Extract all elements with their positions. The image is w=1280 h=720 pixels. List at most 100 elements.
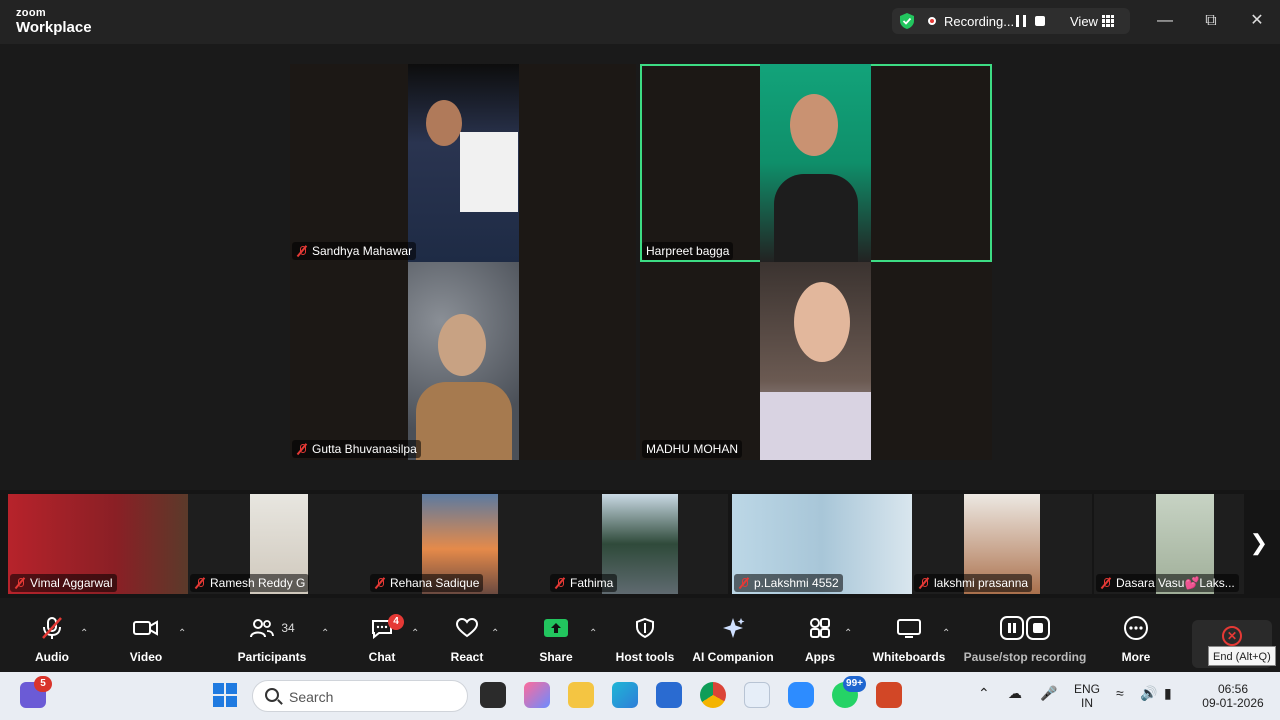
video-tile[interactable]: Sandhya Mahawar (290, 64, 636, 262)
participant-video (408, 64, 519, 262)
chevron-up-icon[interactable]: ⌃ (844, 628, 852, 639)
participant-name-tag: lakshmi prasanna (914, 574, 1033, 592)
chat-button[interactable]: 4 Chat (360, 612, 404, 670)
strip-tile[interactable]: p.Lakshmi 4552 (732, 494, 912, 594)
participant-name: Vimal Aggarwal (30, 576, 113, 590)
snipping-tool-icon[interactable] (744, 682, 770, 708)
audio-label: Audio (35, 650, 69, 664)
end-tooltip: End (Alt+Q) (1208, 646, 1276, 666)
clock[interactable]: 06:56 09-01-2026 (1198, 682, 1268, 710)
react-button[interactable]: React (444, 612, 490, 670)
mic-muted-icon (296, 245, 308, 257)
participants-button[interactable]: 34 Participants (236, 612, 308, 670)
chrome-browser-icon[interactable] (700, 682, 726, 708)
participant-name-tag: Harpreet bagga (642, 242, 734, 260)
battery-icon[interactable]: ▮ (1164, 686, 1172, 700)
clock-date: 09-01-2026 (1202, 696, 1264, 710)
audio-button[interactable]: Audio (24, 612, 80, 670)
more-icon (1123, 612, 1149, 644)
chevron-up-icon[interactable]: ⌃ (978, 686, 990, 700)
shield-icon[interactable] (898, 12, 916, 30)
recording-pill[interactable]: Recording... View (892, 8, 1130, 34)
stop-recording-icon[interactable] (1035, 16, 1045, 26)
close-icon[interactable]: ✕ (1248, 12, 1266, 30)
participant-name-tag: Rehana Sadique (370, 574, 484, 592)
wifi-icon[interactable]: ≈ (1116, 686, 1124, 700)
windows-start-icon[interactable] (212, 682, 238, 708)
whatsapp-icon[interactable]: 99+ (832, 676, 866, 708)
strip-tile[interactable]: Ramesh Reddy G (188, 494, 368, 594)
participant-name: MADHU MOHAN (646, 442, 738, 456)
chevron-up-icon[interactable]: ⌃ (411, 628, 419, 639)
mic-muted-icon (374, 577, 386, 589)
minimize-icon[interactable]: — (1156, 12, 1174, 30)
view-button[interactable]: View (1070, 14, 1098, 29)
cloud-offline-icon[interactable]: ☁ (1008, 686, 1022, 700)
restore-icon[interactable]: ⧉ (1202, 12, 1220, 30)
edge-browser-icon[interactable] (612, 682, 638, 708)
video-tile[interactable]: MADHU MOHAN (640, 262, 992, 460)
whatsapp-badge: 99+ (843, 676, 866, 692)
video-button[interactable]: Video (118, 612, 174, 670)
pause-stop-label: Pause/stop recording (963, 650, 1087, 664)
chat-label: Chat (368, 650, 396, 664)
strip-tile[interactable]: Fathima (548, 494, 728, 594)
zoom-logo: zoom Workplace (16, 8, 92, 36)
file-explorer-icon[interactable] (568, 682, 594, 708)
participants-icon: 34 (249, 612, 295, 644)
apps-label: Apps (805, 650, 835, 664)
copilot-icon[interactable] (524, 682, 550, 708)
participant-name: Rehana Sadique (390, 576, 480, 590)
apps-button[interactable]: Apps (798, 612, 842, 670)
participant-video (760, 262, 871, 460)
zoom-app-icon[interactable] (788, 682, 814, 708)
participant-name-tag: Gutta Bhuvanasilpa (292, 440, 421, 458)
participant-name: p.Lakshmi 4552 (754, 576, 839, 590)
share-button[interactable]: Share (534, 612, 578, 670)
host-tools-label: Host tools (615, 650, 675, 664)
recording-label: Recording... (944, 14, 1015, 29)
mic-muted-icon (1100, 577, 1112, 589)
search-placeholder: Search (289, 689, 334, 705)
participant-name: Sandhya Mahawar (312, 244, 413, 258)
participant-name-tag: MADHU MOHAN (642, 440, 742, 458)
chevron-up-icon[interactable]: ⌃ (491, 628, 499, 639)
mic-muted-icon (39, 612, 65, 644)
video-tile-active-speaker[interactable]: Harpreet bagga (640, 64, 992, 262)
language-indicator[interactable]: ENG IN (1072, 682, 1102, 710)
chevron-up-icon[interactable]: ⌃ (178, 628, 186, 639)
strip-tile[interactable]: Rehana Sadique (368, 494, 548, 594)
taskbar-search[interactable]: Search (252, 680, 468, 712)
chevron-up-icon[interactable]: ⌃ (589, 628, 597, 639)
windows-taskbar: 5 Search 99+ ⌃ ☁ 🎤 ENG IN ≈ 🔊 ▮ 06:56 09… (0, 672, 1280, 720)
powerpoint-icon[interactable] (876, 682, 902, 708)
strip-tile[interactable]: Dasara Vasu💕Laks... (1094, 494, 1244, 594)
chat-badge: 4 (388, 614, 404, 630)
microphone-icon[interactable]: 🎤 (1040, 686, 1057, 700)
chevron-up-icon[interactable]: ⌃ (942, 628, 950, 639)
host-tools-button[interactable]: Host tools (612, 612, 678, 670)
chevron-up-icon[interactable]: ⌃ (80, 628, 88, 639)
more-button[interactable]: More (1114, 612, 1158, 670)
task-view-icon[interactable] (480, 682, 506, 708)
chevron-up-icon[interactable]: ⌃ (321, 628, 329, 639)
participant-name: lakshmi prasanna (934, 576, 1029, 590)
pause-stop-recording-button[interactable]: Pause/stop recording (962, 612, 1088, 670)
volume-icon[interactable]: 🔊 (1140, 686, 1157, 700)
whiteboards-button[interactable]: Whiteboards (870, 612, 948, 670)
pause-recording-icon[interactable] (1016, 15, 1026, 27)
whiteboard-icon (896, 612, 922, 644)
participant-name: Fathima (570, 576, 614, 590)
language-line2: IN (1081, 696, 1093, 710)
microsoft-store-icon[interactable] (656, 682, 682, 708)
video-tile[interactable]: Gutta Bhuvanasilpa (290, 262, 636, 460)
strip-tile[interactable]: Vimal Aggarwal (8, 494, 188, 594)
participant-video (760, 64, 871, 262)
strip-tile[interactable]: lakshmi prasanna (912, 494, 1092, 594)
participant-strip: Vimal Aggarwal Ramesh Reddy G Rehana Sad… (0, 490, 1280, 598)
grid-view-icon[interactable] (1102, 15, 1114, 27)
mic-muted-icon (918, 577, 930, 589)
ai-companion-button[interactable]: AI Companion (690, 612, 776, 670)
teams-icon[interactable]: 5 (20, 676, 52, 708)
chevron-right-icon[interactable]: ❯ (1250, 530, 1268, 556)
